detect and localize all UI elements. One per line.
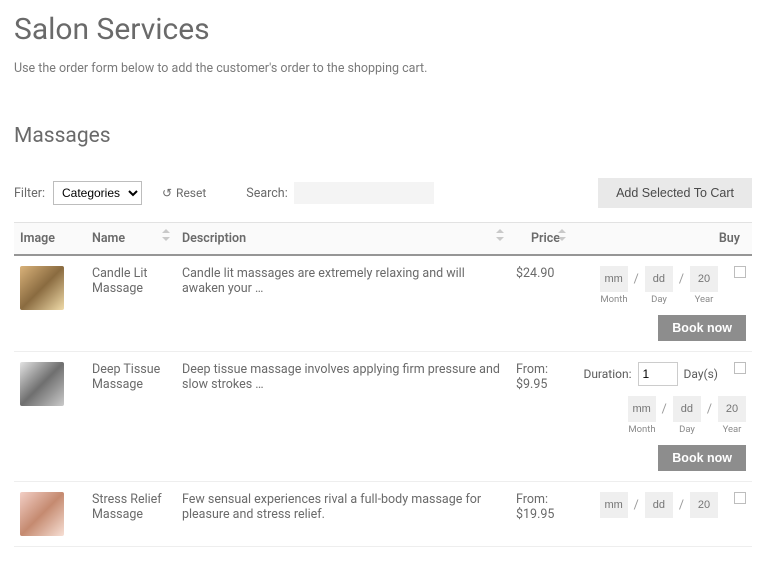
year-input[interactable] xyxy=(718,396,746,422)
book-now-button[interactable]: Book now xyxy=(658,445,746,471)
search-label: Search: xyxy=(246,186,287,201)
day-label: Day xyxy=(673,424,701,435)
search-input[interactable] xyxy=(294,182,434,204)
duration-unit: Day(s) xyxy=(684,367,718,381)
add-selected-to-cart-button[interactable]: Add Selected To Cart xyxy=(598,178,752,208)
col-header-image: Image xyxy=(14,223,86,256)
categories-select[interactable]: Categories xyxy=(53,181,142,205)
reset-icon: ↺ xyxy=(162,186,172,200)
month-input[interactable] xyxy=(600,492,628,518)
year-label: Year xyxy=(718,424,746,435)
select-checkbox[interactable] xyxy=(734,266,746,278)
year-input[interactable] xyxy=(690,492,718,518)
duration-input[interactable] xyxy=(638,362,678,386)
month-input[interactable] xyxy=(628,396,656,422)
product-name: Candle Lit Massage xyxy=(86,255,176,352)
table-row: Candle Lit Massage Candle lit massages a… xyxy=(14,255,752,352)
day-input[interactable] xyxy=(673,396,701,422)
month-label: Month xyxy=(628,424,656,435)
day-input[interactable] xyxy=(645,266,673,292)
services-table: Image Name Description Price Buy Candle … xyxy=(14,222,752,547)
day-input[interactable] xyxy=(645,492,673,518)
select-checkbox[interactable] xyxy=(734,492,746,504)
reset-button[interactable]: ↺ Reset xyxy=(162,186,206,200)
table-row: Deep Tissue Massage Deep tissue massage … xyxy=(14,352,752,482)
duration-label: Duration: xyxy=(583,367,631,381)
col-header-price[interactable]: Price xyxy=(510,223,572,256)
product-price: From: $9.95 xyxy=(510,352,572,482)
product-name: Stress Relief Massage xyxy=(86,482,176,547)
product-thumbnail[interactable] xyxy=(20,492,64,536)
filter-label: Filter: xyxy=(14,186,45,201)
product-thumbnail[interactable] xyxy=(20,266,64,310)
product-thumbnail[interactable] xyxy=(20,362,64,406)
booking-date-picker: / / xyxy=(600,266,718,292)
year-input[interactable] xyxy=(690,266,718,292)
product-description: Candle lit massages are extremely relaxi… xyxy=(176,255,510,352)
product-name: Deep Tissue Massage xyxy=(86,352,176,482)
year-label: Year xyxy=(690,294,718,305)
col-header-name[interactable]: Name xyxy=(86,223,176,256)
product-description: Deep tissue massage involves applying fi… xyxy=(176,352,510,482)
month-input[interactable] xyxy=(600,266,628,292)
col-header-description[interactable]: Description xyxy=(176,223,510,256)
booking-date-picker: / / xyxy=(628,396,746,422)
section-heading: Massages xyxy=(14,124,752,148)
page-title: Salon Services xyxy=(14,12,752,47)
book-now-button[interactable]: Book now xyxy=(658,315,746,341)
filter-toolbar: Filter: Categories ↺ Reset Search: Add S… xyxy=(14,178,752,208)
day-label: Day xyxy=(645,294,673,305)
table-row: Stress Relief Massage Few sensual experi… xyxy=(14,482,752,547)
product-price: $24.90 xyxy=(510,255,572,352)
col-header-buy: Buy xyxy=(572,223,752,256)
select-checkbox[interactable] xyxy=(734,362,746,374)
product-description: Few sensual experiences rival a full-bod… xyxy=(176,482,510,547)
month-label: Month xyxy=(600,294,628,305)
product-price: From: $19.95 xyxy=(510,482,572,547)
page-subtitle: Use the order form below to add the cust… xyxy=(14,61,752,76)
booking-date-picker: / / xyxy=(600,492,718,518)
